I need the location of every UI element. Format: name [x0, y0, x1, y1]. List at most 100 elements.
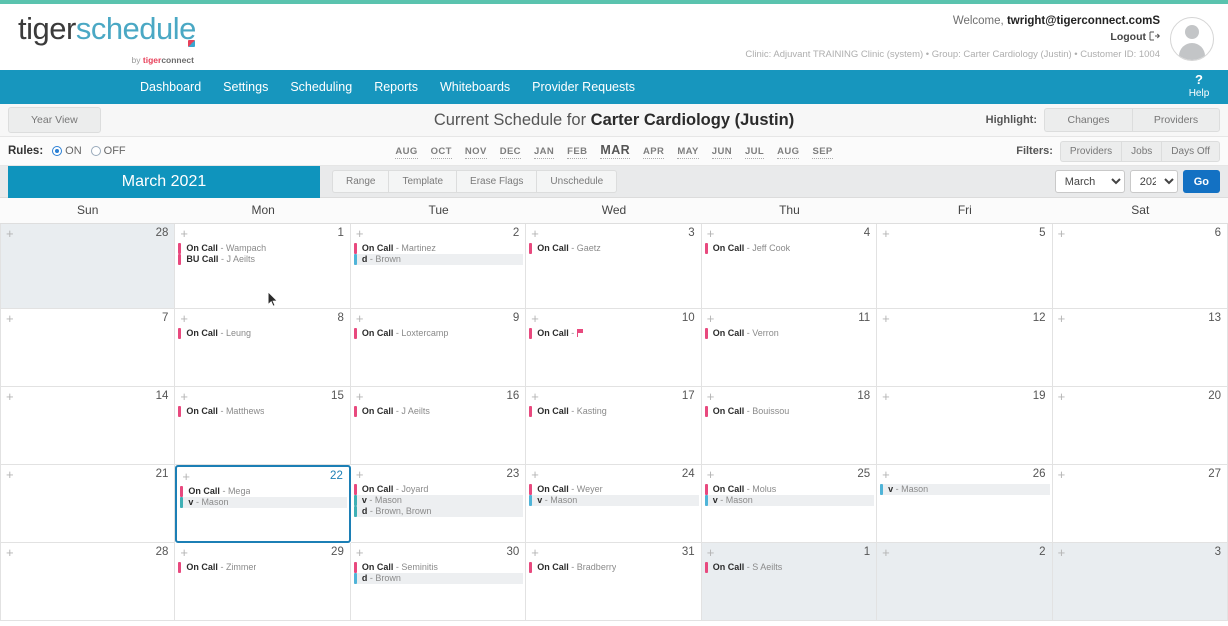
add-assignment-plus-icon[interactable]: +	[531, 390, 539, 403]
calendar-day-cell[interactable]: +12	[877, 309, 1053, 387]
calendar-day-cell[interactable]: +16 On Call - J Aeilts	[350, 387, 527, 465]
schedule-event[interactable]: d - Brown, Brown	[353, 506, 523, 517]
calendar-day-cell[interactable]: +8 On Call - Leung	[175, 309, 351, 387]
year-view-button[interactable]: Year View	[8, 107, 101, 133]
add-assignment-plus-icon[interactable]: +	[882, 546, 890, 559]
calendar-day-cell[interactable]: +18 On Call - Bouissou	[701, 387, 878, 465]
logout-button[interactable]: Logout	[745, 31, 1161, 44]
schedule-event[interactable]: On Call - Weyer	[529, 484, 698, 495]
add-assignment-plus-icon[interactable]: +	[882, 312, 890, 325]
schedule-event[interactable]: On Call - Kasting	[529, 406, 698, 417]
add-assignment-plus-icon[interactable]: +	[707, 227, 715, 240]
calendar-day-cell[interactable]: +1 On Call - S Aeilts	[701, 543, 878, 621]
schedule-event[interactable]: On Call - S Aeilts	[704, 562, 874, 573]
calendar-day-cell[interactable]: +28	[0, 224, 176, 309]
schedule-event[interactable]: d - Brown	[353, 573, 523, 584]
calendar-day-cell[interactable]: +17 On Call - Kasting	[526, 387, 702, 465]
schedule-event[interactable]: On Call - Mega	[180, 486, 346, 497]
calendar-day-cell[interactable]: +22 On Call - Mega v - Mason	[175, 465, 351, 543]
schedule-event[interactable]: On Call - Jeff Cook	[704, 243, 874, 254]
schedule-event[interactable]: On Call - Bouissou	[704, 406, 874, 417]
schedule-event[interactable]: On Call - Wampach	[178, 243, 347, 254]
calendar-day-cell[interactable]: +11 On Call - Verron	[701, 309, 878, 387]
add-assignment-plus-icon[interactable]: +	[356, 227, 364, 240]
add-assignment-plus-icon[interactable]: +	[356, 546, 364, 559]
calendar-day-cell[interactable]: +31 On Call - Bradberry	[526, 543, 702, 621]
calendar-day-cell[interactable]: +14	[0, 387, 176, 465]
schedule-event[interactable]: On Call - Loxtercamp	[353, 328, 523, 339]
add-assignment-plus-icon[interactable]: +	[531, 312, 539, 325]
add-assignment-plus-icon[interactable]: +	[707, 546, 715, 559]
month-link-feb-5[interactable]: FEB	[567, 146, 588, 159]
calendar-day-cell[interactable]: +15 On Call - Matthews	[175, 387, 351, 465]
month-link-jan-4[interactable]: JAN	[533, 146, 555, 159]
add-assignment-plus-icon[interactable]: +	[6, 468, 14, 481]
add-assignment-plus-icon[interactable]: +	[6, 390, 14, 403]
go-button[interactable]: Go	[1182, 170, 1220, 193]
filter-jobs-button[interactable]: Jobs	[1121, 140, 1162, 162]
month-link-oct-1[interactable]: OCT	[430, 146, 452, 159]
calendar-day-cell[interactable]: +23 On Call - Joyard v - Mason d - Brown, B…	[350, 465, 527, 543]
month-link-apr-7[interactable]: APR	[643, 146, 665, 159]
nav-item-whiteboards[interactable]: Whiteboards	[440, 80, 510, 94]
schedule-event[interactable]: On Call - Verron	[704, 328, 874, 339]
highlight-changes-button[interactable]: Changes	[1044, 108, 1132, 132]
add-assignment-plus-icon[interactable]: +	[1058, 546, 1066, 559]
add-assignment-plus-icon[interactable]: +	[1058, 312, 1066, 325]
nav-item-scheduling[interactable]: Scheduling	[290, 80, 352, 94]
add-assignment-plus-icon[interactable]: +	[356, 390, 364, 403]
schedule-event[interactable]: v - Mason	[180, 497, 346, 508]
add-assignment-plus-icon[interactable]: +	[882, 468, 890, 481]
month-link-aug-11[interactable]: AUG	[777, 146, 800, 159]
schedule-event[interactable]: On Call - Gaetz	[529, 243, 698, 254]
calendar-day-cell[interactable]: +3	[1052, 543, 1228, 621]
add-assignment-plus-icon[interactable]: +	[707, 312, 715, 325]
schedule-event[interactable]: v - Mason	[880, 484, 1049, 495]
add-assignment-plus-icon[interactable]: +	[356, 468, 364, 481]
month-link-aug-0[interactable]: AUG	[395, 146, 418, 159]
add-assignment-plus-icon[interactable]: +	[356, 312, 364, 325]
nav-item-settings[interactable]: Settings	[223, 80, 268, 94]
add-assignment-plus-icon[interactable]: +	[707, 390, 715, 403]
template-button[interactable]: Template	[388, 170, 457, 193]
schedule-event[interactable]: v - Mason	[353, 495, 523, 506]
add-assignment-plus-icon[interactable]: +	[531, 546, 539, 559]
month-link-nov-2[interactable]: NOV	[464, 146, 487, 159]
add-assignment-plus-icon[interactable]: +	[1058, 227, 1066, 240]
calendar-day-cell[interactable]: +27	[1052, 465, 1228, 543]
add-assignment-plus-icon[interactable]: +	[882, 227, 890, 240]
add-assignment-plus-icon[interactable]: +	[6, 546, 14, 559]
calendar-day-cell[interactable]: +10 On Call -	[526, 309, 702, 387]
add-assignment-plus-icon[interactable]: +	[531, 227, 539, 240]
schedule-event[interactable]: On Call - Seminitis	[353, 562, 523, 573]
schedule-event[interactable]: v - Mason	[529, 495, 698, 506]
help-button[interactable]: ? Help	[1176, 70, 1222, 104]
add-assignment-plus-icon[interactable]: +	[180, 390, 188, 403]
schedule-event[interactable]: BU Call - J Aeilts	[178, 254, 347, 265]
schedule-event[interactable]: On Call - J Aeilts	[353, 406, 523, 417]
calendar-day-cell[interactable]: +9 On Call - Loxtercamp	[350, 309, 527, 387]
calendar-day-cell[interactable]: +24 On Call - Weyer v - Mason	[526, 465, 702, 543]
schedule-event[interactable]: On Call - Zimmer	[178, 562, 347, 573]
calendar-day-cell[interactable]: +25 On Call - Molus v - Mason	[701, 465, 878, 543]
month-link-dec-3[interactable]: DEC	[499, 146, 521, 159]
calendar-day-cell[interactable]: +30 On Call - Seminitis d - Brown	[350, 543, 527, 621]
calendar-day-cell[interactable]: +5	[877, 224, 1053, 309]
schedule-event[interactable]: On Call - Joyard	[353, 484, 523, 495]
calendar-day-cell[interactable]: +1 On Call - Wampach BU Call - J Aeilts	[175, 224, 351, 309]
add-assignment-plus-icon[interactable]: +	[182, 470, 190, 483]
filter-days-off-button[interactable]: Days Off	[1161, 140, 1220, 162]
add-assignment-plus-icon[interactable]: +	[1058, 390, 1066, 403]
add-assignment-plus-icon[interactable]: +	[6, 312, 14, 325]
add-assignment-plus-icon[interactable]: +	[531, 468, 539, 481]
schedule-event[interactable]: On Call - Bradberry	[529, 562, 698, 573]
year-select[interactable]: 2021	[1129, 170, 1178, 193]
schedule-event[interactable]: On Call - Leung	[178, 328, 347, 339]
calendar-day-cell[interactable]: +7	[0, 309, 176, 387]
calendar-day-cell[interactable]: +3 On Call - Gaetz	[526, 224, 702, 309]
schedule-event[interactable]: On Call - Martinez	[353, 243, 523, 254]
month-link-jun-9[interactable]: JUN	[711, 146, 732, 159]
avatar[interactable]	[1170, 17, 1214, 61]
add-assignment-plus-icon[interactable]: +	[1058, 468, 1066, 481]
month-link-may-8[interactable]: MAY	[677, 146, 699, 159]
